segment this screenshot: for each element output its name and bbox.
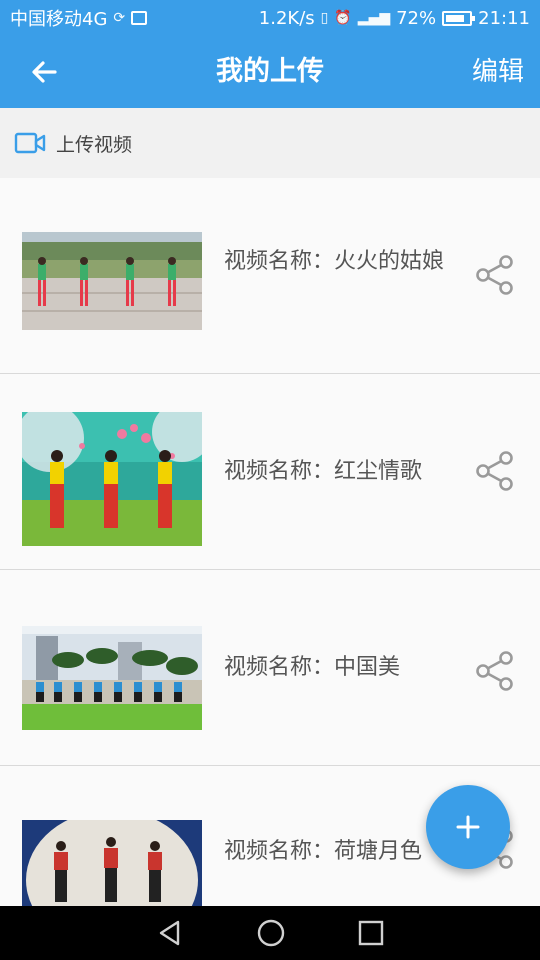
video-thumbnail[interactable] [22, 820, 202, 906]
battery-percent: 72% [396, 7, 437, 29]
upload-video-label: 上传视频 [56, 133, 133, 156]
clock: 21:11 [478, 7, 530, 29]
video-item[interactable]: 视频名称：火火的姑娘 [0, 178, 540, 374]
sync-icon: ⟳ [113, 10, 126, 26]
share-icon [476, 651, 513, 691]
nav-recents-icon[interactable] [358, 920, 384, 946]
share-button[interactable] [474, 650, 516, 692]
page-title: 我的上传 [216, 56, 324, 87]
notification-icon [131, 11, 148, 25]
share-icon [476, 255, 513, 295]
share-button[interactable] [474, 450, 516, 492]
video-name: 视频名称：中国美 [224, 655, 401, 680]
network-speed: 1.2K/s [258, 7, 315, 29]
video-name: 视频名称：红尘情歌 [224, 459, 423, 484]
app-bar: 我的上传 编辑 [0, 36, 540, 108]
carrier-label: 中国移动4G [10, 9, 108, 30]
plus-icon [456, 815, 480, 839]
system-nav-bar [0, 906, 540, 960]
share-button[interactable] [474, 254, 516, 296]
video-thumbnail[interactable] [22, 626, 202, 730]
vibrate-icon: ▯ [320, 10, 329, 26]
edit-button[interactable]: 编辑 [472, 36, 524, 108]
share-icon [476, 451, 513, 491]
alarm-icon: ⏰ [334, 10, 352, 26]
battery-icon [442, 10, 476, 26]
nav-back-icon[interactable] [156, 919, 184, 947]
signal-icon: ▂▄▆ [357, 10, 391, 26]
add-video-fab[interactable] [426, 785, 510, 869]
nav-home-icon[interactable] [256, 918, 286, 948]
video-name: 视频名称：荷塘月色 [224, 839, 423, 864]
video-name: 视频名称：火火的姑娘 [224, 249, 445, 274]
upload-video-button[interactable]: 上传视频 [0, 108, 540, 178]
video-item[interactable]: 视频名称：红尘情歌 [0, 374, 540, 570]
video-thumbnail[interactable] [22, 412, 202, 546]
video-camera-icon [14, 132, 46, 154]
status-bar: 中国移动4G ⟳ 1.2K/s ▯ ⏰ ▂▄▆ 72% 21:11 [0, 0, 540, 36]
video-item[interactable]: 视频名称：中国美 [0, 570, 540, 766]
video-thumbnail[interactable] [22, 232, 202, 330]
